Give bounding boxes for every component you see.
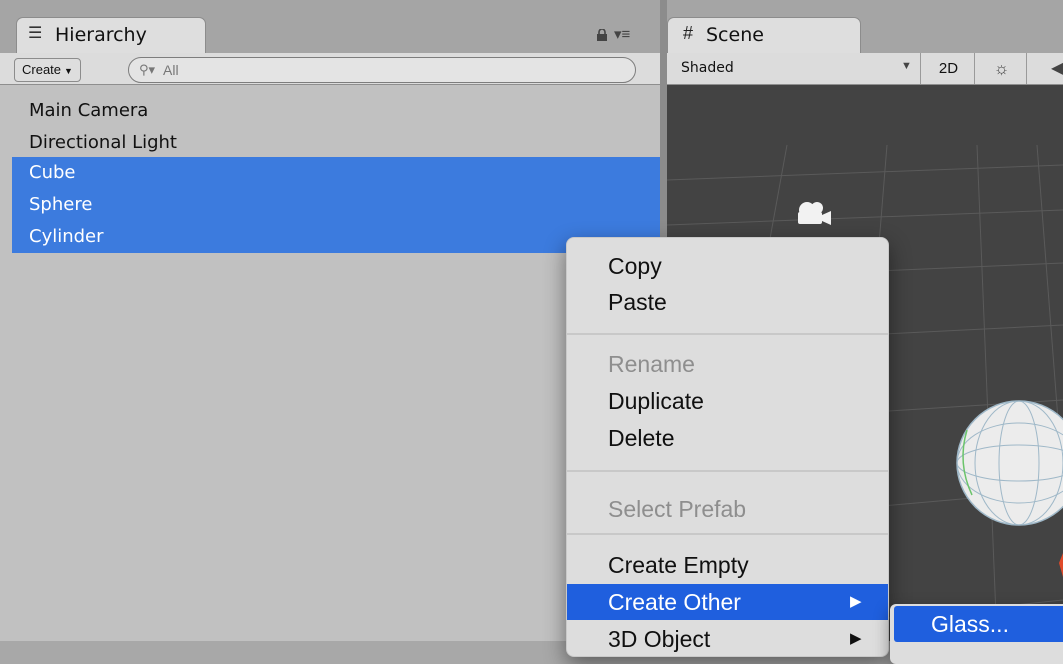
menu-item-label: Delete: [608, 425, 675, 451]
hierarchy-list: Main Camera Directional Light Cube Spher…: [0, 85, 660, 641]
hierarchy-toolbar: Create ▼ ⚲▾: [0, 53, 660, 85]
scene-toolbar: Shaded ▼ 2D ☼ ◀: [667, 53, 1063, 85]
camera-gizmo-icon: [798, 202, 831, 225]
tab-hierarchy[interactable]: ☰ Hierarchy: [16, 17, 206, 53]
2d-toggle-button[interactable]: 2D: [923, 53, 975, 84]
submenu-arrow-icon: ▶: [850, 593, 862, 610]
hierarchy-item-cube[interactable]: Cube: [12, 157, 660, 189]
menu-item-3d-object[interactable]: 3D Object ▶: [567, 621, 888, 657]
lock-icon[interactable]: [596, 29, 608, 41]
sphere-object: [956, 400, 1063, 526]
menu-item-delete[interactable]: Delete: [567, 420, 888, 456]
sun-icon[interactable]: ☼: [977, 53, 1027, 84]
menu-separator: [567, 533, 888, 535]
hierarchy-item-main-camera[interactable]: Main Camera: [12, 95, 660, 127]
context-menu: Copy Paste Rename Duplicate Delete Selec…: [566, 237, 889, 657]
menu-item-label: Duplicate: [608, 388, 704, 414]
menu-item-label: Rename: [608, 351, 695, 377]
list-icon: ☰: [28, 25, 43, 42]
menu-item-label: Paste: [608, 289, 667, 315]
submenu-arrow-icon: ▶: [850, 630, 862, 647]
menu-item-rename: Rename: [567, 346, 888, 382]
shading-mode-label: Shaded: [681, 60, 734, 76]
menu-item-create-empty[interactable]: Create Empty: [567, 547, 888, 583]
menu-item-label: Create Other: [608, 589, 741, 615]
search-icon: ⚲▾: [139, 62, 156, 77]
hierarchy-tab-label: Hierarchy: [55, 24, 147, 46]
create-other-submenu: Glass...: [890, 604, 1063, 664]
chevron-down-icon: ▼: [64, 66, 73, 76]
scene-tab-label: Scene: [706, 24, 764, 46]
menu-item-copy[interactable]: Copy: [567, 248, 888, 284]
menu-item-paste[interactable]: Paste: [567, 284, 888, 320]
menu-item-label: Copy: [608, 253, 662, 279]
menu-item-select-prefab: Select Prefab: [567, 491, 888, 527]
tab-scene[interactable]: # Scene: [667, 17, 861, 53]
menu-item-label: Select Prefab: [608, 496, 747, 522]
menu-item-create-other[interactable]: Create Other ▶: [567, 584, 888, 620]
create-dropdown-button[interactable]: Create ▼: [14, 58, 81, 82]
menu-separator: [567, 333, 888, 335]
menu-item-label: 3D Object: [608, 626, 711, 652]
move-gizmo-arrow-icon: [1059, 553, 1063, 577]
chevron-down-icon: ▼: [901, 60, 912, 72]
speaker-icon[interactable]: ◀: [1051, 53, 1063, 84]
hierarchy-item-sphere[interactable]: Sphere: [12, 189, 660, 221]
menu-item-label: Create Empty: [608, 552, 749, 578]
create-button-label: Create: [22, 62, 62, 77]
hierarchy-item-cylinder[interactable]: Cylinder: [12, 221, 660, 253]
hierarchy-tab-bar: ☰ Hierarchy ▾≡: [0, 0, 660, 53]
scene-tab-bar: # Scene: [667, 0, 1063, 53]
shading-mode-dropdown[interactable]: Shaded ▼: [667, 53, 921, 84]
hierarchy-search-field[interactable]: ⚲▾: [128, 57, 636, 83]
hierarchy-item-directional-light[interactable]: Directional Light: [12, 127, 660, 159]
search-input[interactable]: [163, 60, 613, 80]
menu-item-duplicate[interactable]: Duplicate: [567, 383, 888, 419]
grid-icon: #: [683, 23, 694, 43]
submenu-item-glass[interactable]: Glass...: [894, 606, 1063, 642]
submenu-item-label: Glass...: [931, 611, 1009, 637]
menu-separator: [567, 470, 888, 472]
panel-menu-icon[interactable]: ▾≡: [614, 25, 630, 43]
